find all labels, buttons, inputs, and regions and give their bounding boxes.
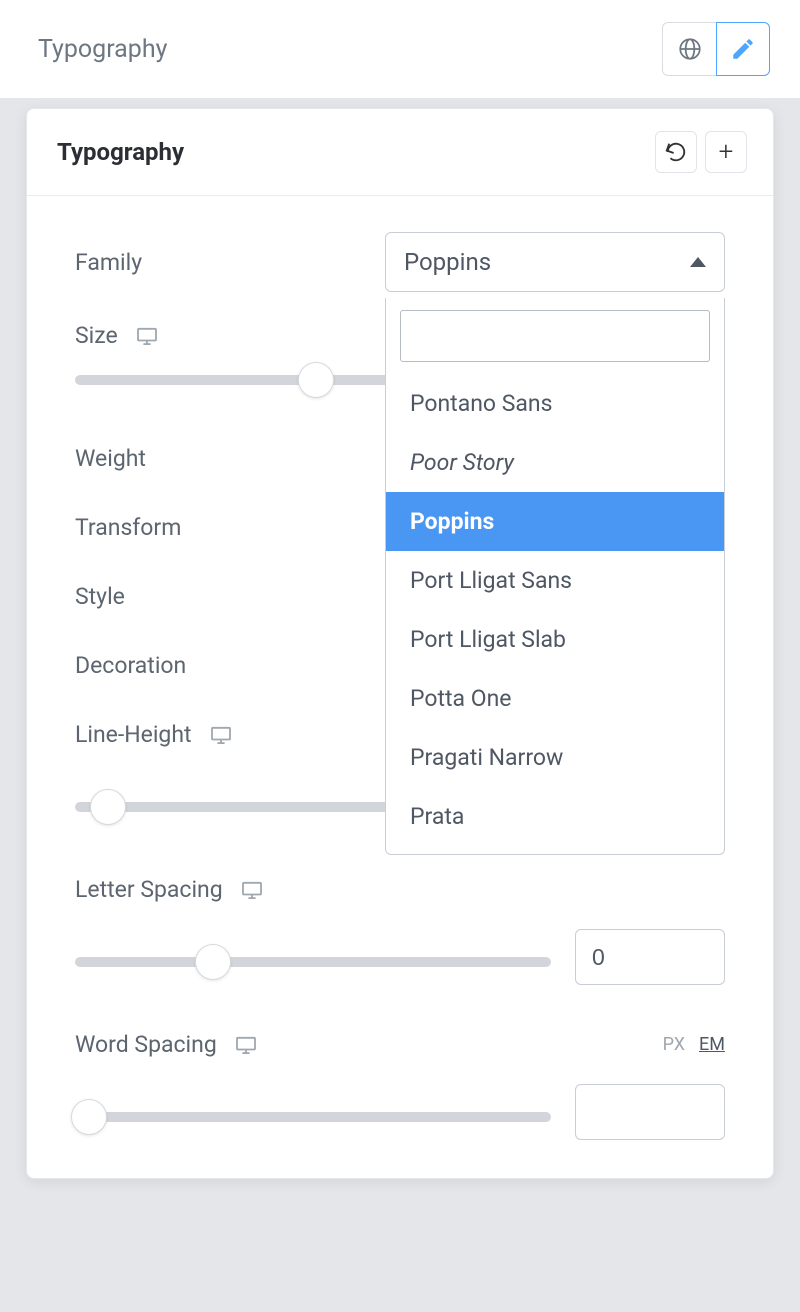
family-option[interactable]: Port Lligat Sans [386,551,724,610]
wordspacing-units: PX EM [663,1034,725,1055]
wordspacing-block: Word Spacing PX EM [75,1031,725,1140]
header-buttons: + [655,131,747,173]
letterspacing-input[interactable] [575,929,725,985]
wordspacing-label: Word Spacing [75,1031,217,1058]
family-option[interactable]: Port Lligat Slab [386,610,724,669]
top-buttons [662,22,770,76]
letterspacing-slider[interactable] [75,947,551,967]
size-label: Size [75,322,118,349]
undo-icon [665,141,687,163]
size-slider-thumb[interactable] [298,362,334,398]
wordspacing-input[interactable] [575,1084,725,1140]
add-button[interactable]: + [705,131,747,173]
lineheight-slider-thumb[interactable] [90,789,126,825]
family-option[interactable]: Prata [386,787,724,846]
desktop-icon[interactable] [241,881,263,899]
desktop-icon[interactable] [235,1036,257,1054]
typography-panel: Typography + Family Poppins Size [26,108,774,1179]
lineheight-label: Line-Height [75,721,192,748]
pencil-icon [730,36,756,62]
decoration-label: Decoration [75,652,186,679]
wordspacing-slider-thumb[interactable] [71,1099,107,1135]
family-option[interactable]: Poor Story [386,433,724,492]
wordspacing-slider-wrap [75,1084,725,1140]
edit-button[interactable] [716,22,770,76]
desktop-icon[interactable] [210,726,232,744]
letterspacing-header: Letter Spacing [75,876,725,903]
letterspacing-slider-thumb[interactable] [195,944,231,980]
plus-icon: + [719,137,734,167]
family-row: Family Poppins [75,232,725,292]
style-label: Style [75,583,125,610]
family-option-selected[interactable]: Poppins [386,492,724,551]
panel-header: Typography + [27,109,773,196]
globe-icon [677,36,703,62]
family-option[interactable]: Pragati Narrow [386,728,724,787]
family-option[interactable]: Pontano Sans [386,374,724,433]
family-option[interactable]: Potta One [386,669,724,728]
desktop-icon[interactable] [136,327,158,345]
globe-button[interactable] [662,22,716,76]
family-selected-value: Poppins [404,248,491,276]
letterspacing-block: Letter Spacing [75,876,725,985]
caret-up-icon [690,257,706,267]
letterspacing-slider-wrap [75,929,725,985]
wordspacing-unit-em[interactable]: EM [699,1034,725,1055]
panel-title: Typography [57,138,184,166]
wordspacing-unit-px[interactable]: PX [663,1034,685,1055]
wordspacing-slider[interactable] [75,1102,551,1122]
transform-label: Transform [75,514,181,541]
family-dropdown[interactable]: Pontano Sans Poor Story Poppins Port Lli… [385,298,725,855]
wordspacing-header: Word Spacing PX EM [75,1031,725,1058]
reset-button[interactable] [655,131,697,173]
family-label: Family [75,249,142,276]
section-title: Typography [38,35,167,64]
family-select[interactable]: Poppins [385,232,725,292]
letterspacing-label: Letter Spacing [75,876,223,903]
weight-label: Weight [75,445,146,472]
top-bar: Typography [0,0,800,98]
family-search-input[interactable] [400,310,710,362]
panel-body: Family Poppins Size Weight [27,196,773,1178]
